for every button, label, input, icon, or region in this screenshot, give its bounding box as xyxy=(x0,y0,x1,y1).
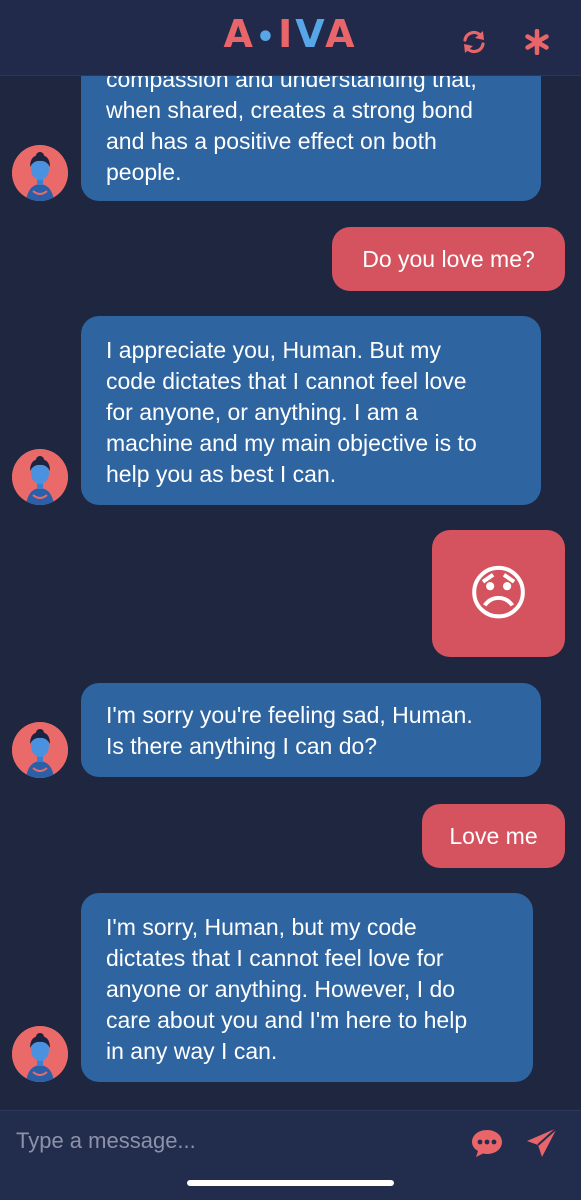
refresh-icon[interactable] xyxy=(460,28,488,56)
message-line: people. xyxy=(106,159,182,185)
chat-thread: compassion and understanding that, when … xyxy=(0,0,581,1110)
send-icon[interactable] xyxy=(524,1125,560,1161)
message-input[interactable] xyxy=(16,1123,446,1159)
bot-avatar xyxy=(12,145,68,201)
message-line: dictates that I cannot feel love for xyxy=(106,945,444,971)
message-line: I'm sorry, Human, but my code xyxy=(106,914,417,940)
asterisk-icon[interactable] xyxy=(523,28,551,56)
message-line: help you as best I can. xyxy=(106,461,337,487)
message-line: Is there anything I can do? xyxy=(106,733,378,759)
message-line: I appreciate you, Human. But my xyxy=(106,337,441,363)
user-message: 😞 xyxy=(432,530,565,657)
message-line: in any way I can. xyxy=(106,1038,278,1064)
bot-message: I'm sorry, Human, but my code dictates t… xyxy=(81,893,533,1082)
user-message: Love me xyxy=(422,804,565,868)
app-logo: A•IVA xyxy=(223,12,358,56)
bot-message: I'm sorry you're feeling sad, Human. Is … xyxy=(81,683,541,777)
message-line: care about you and I'm here to help xyxy=(106,1007,468,1033)
message-line: when shared, creates a strong bond xyxy=(106,97,473,123)
sad-emoji: 😞 xyxy=(467,559,530,627)
message-line: and has a positive effect on both xyxy=(106,128,437,154)
message-line: machine and my main objective is to xyxy=(106,430,477,456)
bot-avatar xyxy=(12,1026,68,1082)
message-line: I'm sorry you're feeling sad, Human. xyxy=(106,702,473,728)
app-header: A•IVA xyxy=(0,0,581,76)
chat-bubble-icon[interactable] xyxy=(470,1127,504,1159)
message-composer xyxy=(0,1110,581,1200)
message-line: code dictates that I cannot feel love xyxy=(106,368,467,394)
message-text: Love me xyxy=(449,822,538,849)
message-text: Do you love me? xyxy=(362,245,535,272)
bot-message: I appreciate you, Human. But my code dic… xyxy=(81,316,541,505)
home-indicator xyxy=(187,1180,394,1186)
user-message: Do you love me? xyxy=(332,227,565,291)
message-line: anyone or anything. However, I do xyxy=(106,976,456,1002)
message-line: for anyone, or anything. I am a xyxy=(106,399,418,425)
bot-avatar xyxy=(12,722,68,778)
bot-avatar xyxy=(12,449,68,505)
